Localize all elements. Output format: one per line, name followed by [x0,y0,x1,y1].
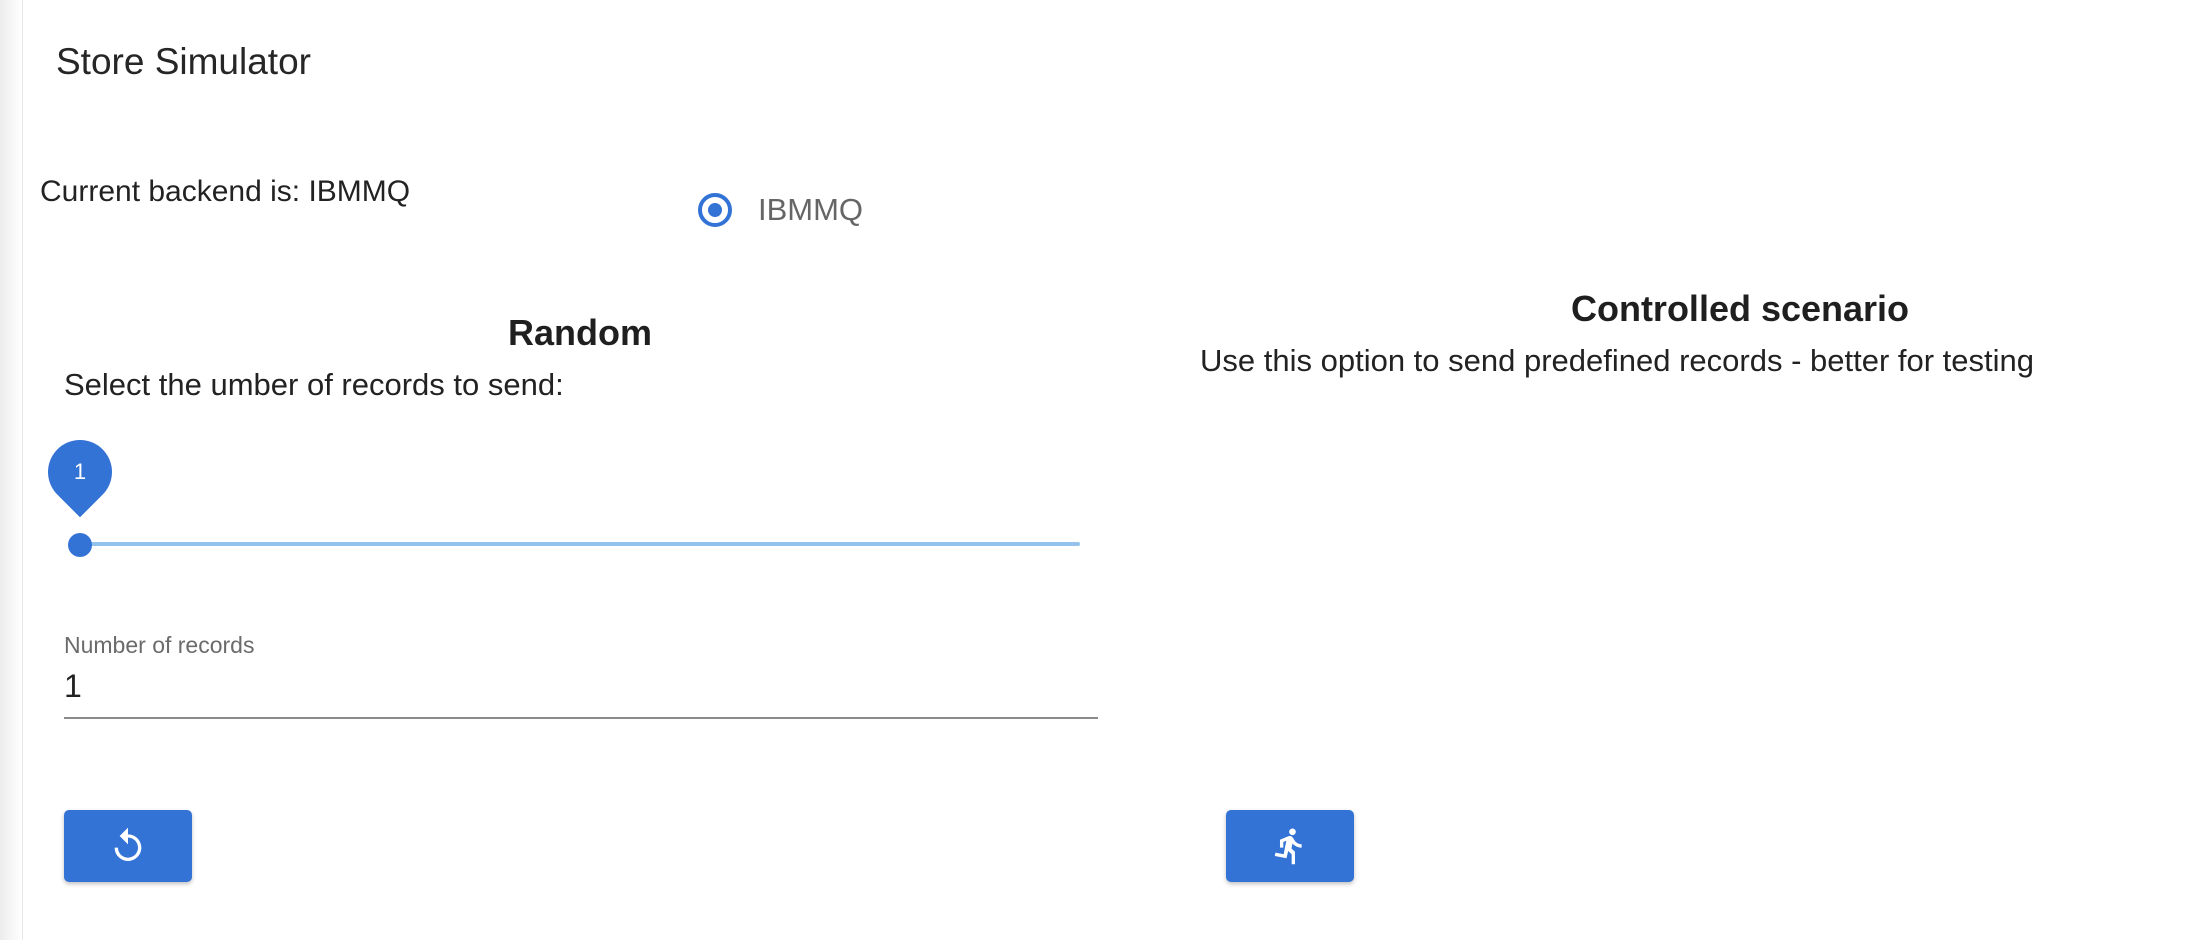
radio-label: IBMMQ [758,192,864,227]
number-of-records-input[interactable] [64,668,1098,719]
backend-status: Current backend is: IBMMQ [40,175,411,208]
slider-value-label: 1 [73,459,87,484]
side-shadow [0,0,22,940]
slider-thumb[interactable] [68,533,92,557]
slider-rail[interactable] [80,542,1080,546]
random-section-title: Random [508,312,652,353]
page: Store Simulator Current backend is: IBMM… [0,0,2194,940]
controlled-section-title: Controlled scenario [1570,288,1910,329]
random-section-description: Select the umber of records to send: [64,367,564,402]
reset-button[interactable] [64,810,192,882]
app-title: Store Simulator [56,41,311,82]
number-of-records-field: Number of records [64,630,1098,719]
run-scenario-button[interactable] [1226,810,1354,882]
reset-icon [108,826,148,866]
radio-button[interactable] [698,193,732,227]
side-divider [22,0,23,940]
backend-radio-ibmmq[interactable]: IBMMQ [698,192,863,228]
number-of-records-label: Number of records [64,632,255,658]
run-icon [1270,826,1310,866]
radio-selected-dot [708,203,722,217]
controlled-section-description: Use this option to send predefined recor… [1200,343,2035,378]
records-slider[interactable]: 1 [34,426,1084,560]
